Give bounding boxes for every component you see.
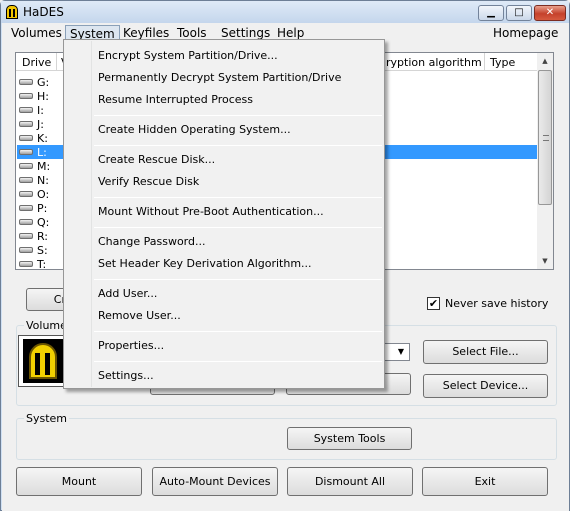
volume-logo-icon bbox=[18, 335, 68, 387]
drive-icon bbox=[19, 219, 33, 225]
maximize-button[interactable]: □ bbox=[506, 5, 532, 21]
drive-icon bbox=[19, 149, 33, 155]
system-group-label: System bbox=[24, 412, 70, 425]
menu-homepage[interactable]: Homepage bbox=[489, 25, 562, 42]
mount-button[interactable]: Mount bbox=[16, 467, 142, 496]
scroll-thumb[interactable] bbox=[538, 70, 552, 205]
drive-letter: J: bbox=[37, 118, 44, 131]
close-button[interactable]: ✕ bbox=[534, 5, 566, 21]
drive-icon bbox=[19, 205, 33, 211]
drive-icon bbox=[19, 121, 33, 127]
drive-letter: R: bbox=[37, 230, 49, 243]
drive-icon bbox=[19, 261, 33, 267]
drive-letter: M: bbox=[37, 160, 51, 173]
system-tools-button[interactable]: System Tools bbox=[287, 427, 412, 450]
column-drive[interactable]: Drive bbox=[22, 56, 51, 69]
menu-item-encrypt-system[interactable]: Encrypt System Partition/Drive... bbox=[98, 49, 278, 67]
exit-button[interactable]: Exit bbox=[422, 467, 548, 496]
column-encryption-algorithm[interactable]: ryption algorithm bbox=[386, 56, 482, 69]
minimize-button[interactable]: ▁ bbox=[478, 5, 504, 21]
scroll-down-icon[interactable]: ▼ bbox=[537, 253, 553, 269]
drive-icon bbox=[19, 233, 33, 239]
scroll-up-icon[interactable]: ▲ bbox=[537, 53, 553, 69]
menu-item-create-hidden-os[interactable]: Create Hidden Operating System... bbox=[98, 123, 291, 141]
title-bar[interactable]: HaDES ▁ □ ✕ bbox=[1, 1, 569, 23]
menu-item-set-header-key[interactable]: Set Header Key Derivation Algorithm... bbox=[98, 257, 312, 275]
menu-item-add-user[interactable]: Add User... bbox=[98, 287, 157, 305]
menu-item-verify-rescue-disk[interactable]: Verify Rescue Disk bbox=[98, 175, 199, 193]
drive-icon bbox=[19, 135, 33, 141]
drive-letter: I: bbox=[37, 104, 44, 117]
drive-list-scrollbar[interactable]: ▲ ▼ bbox=[537, 53, 553, 269]
dismount-all-button[interactable]: Dismount All bbox=[287, 467, 413, 496]
menu-item-create-rescue-disk[interactable]: Create Rescue Disk... bbox=[98, 153, 215, 171]
drive-icon bbox=[19, 107, 33, 113]
never-save-history-checkbox[interactable]: ✔ bbox=[427, 297, 440, 310]
drive-letter: K: bbox=[37, 132, 48, 145]
drive-icon bbox=[19, 177, 33, 183]
volume-path-combo[interactable]: ▼ bbox=[382, 343, 410, 361]
app-icon bbox=[6, 5, 18, 19]
menu-item-settings[interactable]: Settings... bbox=[98, 369, 154, 387]
drive-letter: P: bbox=[37, 202, 48, 215]
auto-mount-devices-button[interactable]: Auto-Mount Devices bbox=[152, 467, 278, 496]
drive-letter: L: bbox=[37, 146, 47, 159]
drive-icon bbox=[19, 163, 33, 169]
menu-item-resume-process[interactable]: Resume Interrupted Process bbox=[98, 93, 253, 111]
menu-item-properties[interactable]: Properties... bbox=[98, 339, 164, 357]
window-title: HaDES bbox=[23, 5, 64, 19]
system-menu-dropdown: Encrypt System Partition/Drive... Perman… bbox=[63, 39, 385, 389]
drive-letter: T: bbox=[37, 258, 47, 271]
column-type[interactable]: Type bbox=[490, 56, 515, 69]
select-file-button[interactable]: Select File... bbox=[423, 340, 548, 364]
drive-icon bbox=[19, 93, 33, 99]
drive-icon bbox=[19, 191, 33, 197]
menu-item-decrypt-system[interactable]: Permanently Decrypt System Partition/Dri… bbox=[98, 71, 341, 89]
drive-icon bbox=[19, 247, 33, 253]
drive-letter: O: bbox=[37, 188, 50, 201]
menu-item-remove-user[interactable]: Remove User... bbox=[98, 309, 181, 327]
never-save-history-label: Never save history bbox=[445, 297, 549, 310]
menu-item-change-password[interactable]: Change Password... bbox=[98, 235, 205, 253]
menu-volumes[interactable]: Volumes bbox=[7, 25, 66, 42]
drive-icon bbox=[19, 79, 33, 85]
menu-item-mount-without-preboot[interactable]: Mount Without Pre-Boot Authentication... bbox=[98, 205, 324, 223]
drive-letter: N: bbox=[37, 174, 49, 187]
drive-letter: H: bbox=[37, 90, 49, 103]
select-device-button[interactable]: Select Device... bbox=[423, 374, 548, 398]
drive-letter: S: bbox=[37, 244, 48, 257]
drive-letter: Q: bbox=[37, 216, 50, 229]
drive-letter: G: bbox=[37, 76, 50, 89]
chevron-down-icon[interactable]: ▼ bbox=[394, 345, 408, 359]
